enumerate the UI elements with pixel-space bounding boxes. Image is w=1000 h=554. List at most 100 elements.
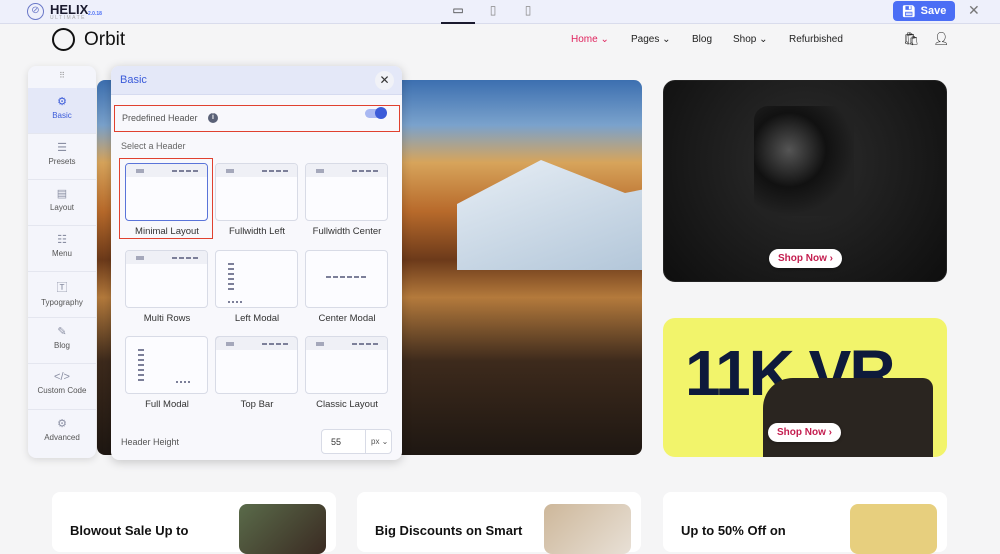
sidebar-label: Advanced — [44, 433, 80, 442]
header-option-left-modal[interactable] — [215, 250, 298, 308]
card-image — [544, 504, 631, 554]
sidebar-item-presets[interactable]: ☰ Presets — [28, 134, 96, 180]
user-icon[interactable]: 👤︎ — [933, 31, 950, 47]
bottom-card[interactable]: Big Discounts on Smart — [357, 492, 641, 554]
header-option-label: Top Bar — [240, 399, 274, 410]
header-option-label: Multi Rows — [143, 313, 191, 324]
nav-label: Home — [571, 34, 598, 45]
cart-icon[interactable]: 🛍︎ — [903, 31, 920, 47]
version: 2.0.18 — [88, 11, 102, 17]
card-title: Big Discounts on Smart — [375, 523, 523, 538]
sidebar-item-blog[interactable]: ✎ Blog — [28, 318, 96, 364]
brand-sub: ULTIMATE — [50, 15, 86, 21]
header-option-full-modal[interactable] — [125, 336, 208, 394]
header-option-multi-rows[interactable] — [125, 250, 208, 308]
sidebar-label: Custom Code — [37, 386, 87, 395]
predefined-header-label: Predefined Header — [122, 113, 198, 123]
header-option-label: Left Modal — [234, 313, 280, 324]
sidebar-label: Blog — [53, 341, 70, 350]
info-icon[interactable]: i — [208, 113, 218, 123]
camera-image — [754, 106, 854, 216]
drag-handle-icon[interactable]: ⠿ — [28, 66, 96, 88]
save-icon: 💾︎ — [901, 5, 916, 18]
sliders-icon: ☰ — [57, 142, 67, 154]
header-height-input[interactable]: 55 px ⌄ — [321, 429, 392, 454]
close-icon[interactable]: ✕ — [968, 2, 980, 19]
header-option-top-bar[interactable] — [215, 336, 298, 394]
header-option-fullwidth-center[interactable] — [305, 163, 388, 221]
header-option-label: Center Modal — [318, 313, 376, 324]
select-header-label: Select a Header — [121, 141, 186, 151]
header-option-center-modal[interactable] — [305, 250, 388, 308]
vr-shop-now-button[interactable]: Shop Now › — [768, 423, 841, 442]
sidebar-label: Typography — [41, 298, 83, 307]
header-option-label: Fullwidth Center — [312, 226, 382, 237]
sidebar-label: Layout — [49, 203, 75, 212]
cta-label: Shop Now — [777, 427, 826, 438]
sidebar-label: Presets — [48, 157, 76, 166]
settings-sidebar: ⠿ ⚙ Basic ☰ Presets ▤ Layout ☷ Menu 🅃︎ Typogr… — [28, 66, 96, 458]
panel-header: Basic ✕ — [111, 66, 402, 95]
layout-icon: ▤ — [56, 188, 68, 200]
save-button[interactable]: 💾︎ Save — [893, 1, 955, 21]
typography-icon: 🅃︎ — [56, 282, 68, 294]
sidebar-item-basic[interactable]: ⚙ Basic — [28, 88, 96, 134]
nav-shop[interactable]: Shop ⌄ — [733, 34, 768, 45]
sidebar-label: Menu — [51, 249, 72, 258]
sidebar-item-typography[interactable]: 🅃︎ Typography — [28, 272, 96, 318]
advanced-icon: ⚙ — [57, 418, 67, 430]
gear-icon: ⚙ — [57, 96, 67, 108]
card-image — [850, 504, 937, 554]
nav-blog[interactable]: Blog — [692, 34, 712, 45]
tablet-view-button[interactable]: ▯ — [476, 3, 510, 24]
header-option-classic-layout[interactable] — [305, 336, 388, 394]
nav-label: Pages — [631, 34, 660, 45]
header-option-label: Minimal Layout — [135, 226, 199, 237]
mountain-snow — [457, 160, 642, 270]
nav-refurbished[interactable]: Refurbished — [789, 34, 843, 45]
edit-icon: ✎ — [57, 326, 67, 338]
predefined-header-toggle[interactable] — [365, 107, 387, 119]
sidebar-label: Basic — [52, 111, 72, 120]
basic-settings-panel: Basic ✕ Predefined Header i Select a Hea… — [111, 66, 402, 460]
panel-close-button[interactable]: ✕ — [375, 71, 394, 90]
nav-home[interactable]: Home ⌄ — [571, 34, 609, 45]
header-height-value[interactable]: 55 — [331, 437, 341, 447]
nav-label: Blog — [692, 34, 713, 45]
sidebar-item-menu[interactable]: ☷ Menu — [28, 226, 96, 272]
bottom-card[interactable]: Blowout Sale Up to — [52, 492, 336, 554]
vr-promo: 11K VR Shop Now › — [663, 318, 947, 457]
menu-icon: ☷ — [57, 234, 67, 246]
header-option-label: Classic Layout — [316, 399, 378, 410]
sidebar-item-layout[interactable]: ▤ Layout — [28, 180, 96, 226]
code-icon: </> — [54, 371, 70, 383]
site-logo[interactable]: Orbit — [84, 29, 125, 51]
nav-label: Refurbished — [789, 34, 843, 45]
nav-pages[interactable]: Pages ⌄ — [631, 34, 671, 45]
save-label: Save — [920, 5, 947, 17]
site-logo-icon[interactable] — [52, 28, 75, 51]
header-option-label: Fullwidth Left — [229, 226, 285, 237]
desktop-view-button[interactable]: ▭ — [441, 3, 475, 24]
helix-logo-icon: ⊘ — [27, 3, 44, 20]
sidebar-item-custom-code[interactable]: </> Custom Code — [28, 364, 96, 410]
camera-promo: Shop Now › — [663, 80, 947, 282]
header-height-label: Header Height — [121, 437, 180, 447]
vr-rock-image — [763, 378, 933, 457]
cta-label: Shop Now — [778, 253, 827, 264]
mobile-view-button[interactable]: ▯ — [511, 3, 545, 24]
predefined-header-row: Predefined Header i — [114, 105, 400, 132]
header-option-fullwidth-left[interactable] — [215, 163, 298, 221]
builder-topbar: ⊘ HELIX ULTIMATE 2.0.18 ▭ ▯ ▯ 💾︎ Save ✕ — [0, 0, 1000, 24]
header-option-minimal-layout[interactable] — [125, 163, 208, 221]
nav-label: Shop — [733, 34, 757, 45]
card-title: Blowout Sale Up to — [70, 523, 189, 538]
camera-shop-now-button[interactable]: Shop Now › — [769, 249, 842, 268]
panel-title: Basic — [120, 74, 147, 86]
unit-select[interactable]: px ⌄ — [365, 430, 393, 453]
sidebar-item-advanced[interactable]: ⚙ Advanced — [28, 410, 96, 456]
bottom-card[interactable]: Up to 50% Off on — [663, 492, 947, 554]
unit-value: px — [371, 437, 380, 446]
card-image — [239, 504, 326, 554]
header-option-label: Full Modal — [145, 399, 189, 410]
